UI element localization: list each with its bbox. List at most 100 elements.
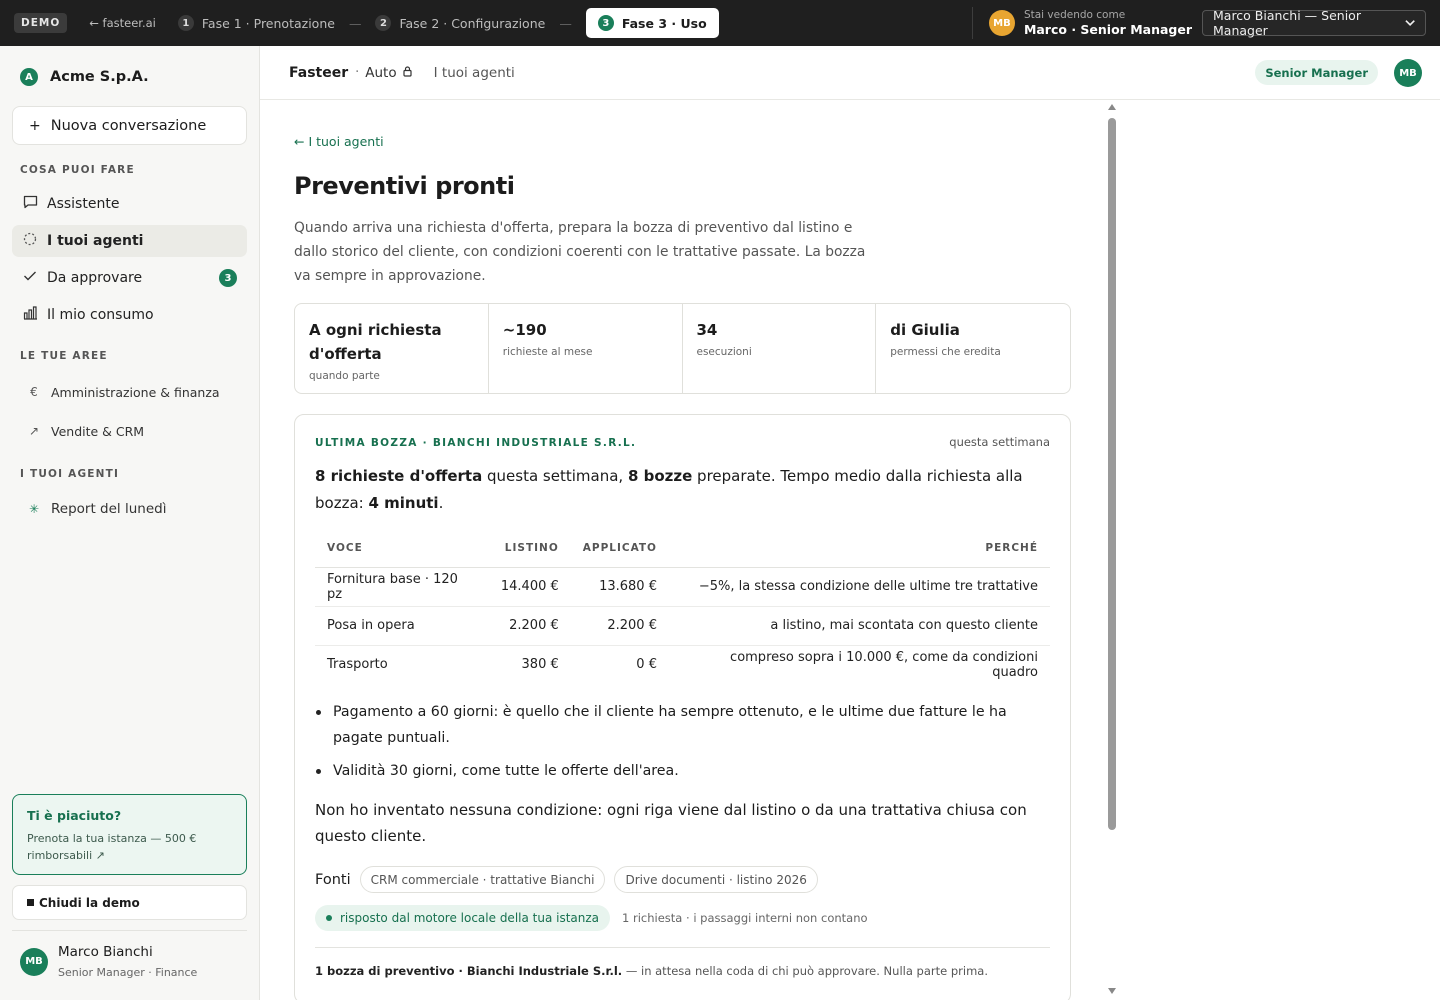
sidebar-item-vendite[interactable]: ↗ Vendite & CRM: [12, 415, 247, 447]
source-chip[interactable]: CRM commerciale · trattative Bianchi: [359, 866, 606, 893]
viewer-name: Marco · Senior Manager: [1023, 22, 1192, 37]
phase-number: 1: [177, 15, 194, 31]
footer-strong: 1 bozza di preventivo · Bianchi Industri…: [315, 964, 623, 978]
demo-badge: DEMO: [14, 13, 68, 33]
sidebar-item-label: Amministrazione & finanza: [51, 384, 220, 400]
back-to-site-link[interactable]: ← fasteer.ai: [89, 16, 156, 30]
column-header: APPLICATO: [570, 529, 669, 568]
sidebar-item-amministrazione[interactable]: € Amministrazione & finanza: [12, 376, 247, 408]
promo-card[interactable]: Ti è piaciuto? Prenota la tua istanza — …: [12, 794, 247, 875]
agents-icon: [22, 232, 38, 250]
top-bar: DEMO ← fasteer.ai 1 Fase 1 · Prenotazion…: [0, 0, 1440, 46]
promo-text[interactable]: Prenota la tua istanza — 500 € rimborsab…: [27, 831, 232, 864]
pending-count-badge: 3: [219, 269, 237, 287]
viewer-select[interactable]: Marco Bianchi — Senior Manager: [1202, 8, 1426, 38]
sparkle-icon: ✳: [28, 502, 40, 516]
status-dot-icon: [326, 915, 332, 921]
sidebar-item-approvare[interactable]: Da approvare 3: [12, 262, 247, 294]
stat-value: 34: [696, 321, 718, 339]
sidebar-item-report[interactable]: ✳ Report del lunedì: [12, 493, 247, 525]
user-profile[interactable]: MB Marco Bianchi Senior Manager · Financ…: [12, 930, 247, 979]
list-item: Validità 30 giorni, come tutte le offert…: [316, 758, 1053, 784]
cell-listino: 14.400 €: [488, 567, 571, 607]
header-agents-link[interactable]: I tuoi agenti: [434, 65, 515, 81]
avatar: MB: [20, 947, 48, 976]
cell-listino: 380 €: [521, 657, 559, 673]
section-heading: LE TUE AREE: [20, 350, 108, 362]
stat-label: richieste al mese: [502, 346, 593, 358]
stat-trigger: A ogni richiesta d'offerta quando parte: [295, 304, 489, 393]
sidebar-item-label: Assistente: [47, 196, 120, 212]
sidebar-item-agenti[interactable]: I tuoi agenti: [12, 225, 247, 257]
section-heading: I TUOI AGENTI: [20, 468, 120, 480]
cell-applicato: 13.680 €: [570, 567, 669, 607]
sidebar-item-consumo[interactable]: Il mio consumo: [12, 299, 247, 331]
column-header: LISTINO: [488, 529, 571, 568]
back-to-agents-link[interactable]: ← I tuoi agenti: [294, 134, 384, 149]
sidebar-item-label: I tuoi agenti: [47, 233, 144, 249]
table-header-row: VOCE LISTINO APPLICATO PERCHÉ: [315, 529, 1050, 568]
card-eyebrow: ULTIMA BOZZA · BIANCHI INDUSTRIALE S.R.L…: [315, 437, 637, 449]
card-summary: 8 richieste d'offerta questa settimana, …: [315, 463, 1055, 517]
conditions-list: Pagamento a 60 giorni: è quello che il c…: [316, 699, 1053, 791]
page-description: Quando arriva una richiesta d'offerta, p…: [294, 220, 866, 284]
list-item: Pagamento a 60 giorni: è quello che il c…: [316, 699, 1053, 751]
chevron-down-icon: [1405, 20, 1415, 27]
stat-requests: ~190 richieste al mese: [489, 304, 683, 393]
avatar[interactable]: MB: [1394, 59, 1422, 87]
stat-label: esecuzioni: [696, 346, 752, 358]
engine-row: risposto dal motore locale della tua ist…: [315, 905, 868, 931]
scrollbar[interactable]: [1106, 104, 1118, 998]
summary-text: questa settimana,: [482, 467, 628, 485]
sidebar-item-label: Vendite & CRM: [51, 423, 145, 439]
stat-value: ~190: [502, 321, 547, 339]
card-timeframe: questa settimana: [949, 435, 1050, 449]
engine-label: risposto dal motore locale della tua ist…: [340, 911, 600, 925]
cell-voce: Trasporto: [327, 657, 388, 673]
cell-perche: a listino, mai scontata con questo clien…: [668, 606, 1050, 646]
scroll-down-arrow-icon[interactable]: [1108, 988, 1116, 994]
cell-perche: −5%, la stessa condizione delle ultime t…: [668, 567, 1050, 607]
summary-strong: 8 bozze: [627, 467, 693, 485]
phase-1-tab[interactable]: 1 Fase 1 · Prenotazione: [177, 15, 335, 31]
phase-separator: —: [559, 15, 572, 31]
scrollbar-thumb[interactable]: [1108, 118, 1116, 830]
sidebar-item-assistente[interactable]: Assistente: [12, 188, 247, 220]
role-badge: Senior Manager: [1255, 60, 1378, 85]
phase-separator: —: [348, 15, 362, 31]
phase-number: 2: [375, 15, 392, 31]
cell-listino: 2.200 €: [488, 606, 571, 646]
quote-table: VOCE LISTINO APPLICATO PERCHÉ Fornitura …: [315, 529, 1050, 684]
source-chip[interactable]: Drive documenti · listino 2026: [614, 866, 818, 893]
stats-strip: A ogni richiesta d'offerta quando parte …: [294, 303, 1071, 394]
org-logo: A: [20, 68, 38, 86]
check-icon: [22, 270, 38, 286]
close-demo-button[interactable]: Chiudi la demo: [12, 885, 247, 920]
new-conversation-button[interactable]: + Nuova conversazione: [12, 106, 247, 145]
page-title: Preventivi pronti: [294, 172, 515, 200]
latest-draft-card: ULTIMA BOZZA · BIANCHI INDUSTRIALE S.R.L…: [294, 414, 1071, 1000]
engine-badge: risposto dal motore locale della tua ist…: [315, 905, 611, 931]
user-name: Marco Bianchi: [58, 944, 153, 960]
table-row: Trasporto 380 € 0 € compreso sopra i 10.…: [315, 645, 1050, 684]
phase-label: Fase 1 · Prenotazione: [201, 15, 335, 31]
cell-applicato: 2.200 €: [570, 606, 669, 646]
sidebar-item-label: Da approvare: [47, 270, 143, 286]
section-heading: COSA PUOI FARE: [20, 164, 135, 176]
sidebar-item-label: Report del lunedì: [51, 501, 167, 517]
scroll-up-arrow-icon[interactable]: [1108, 104, 1116, 110]
summary-strong: 8 richieste d'offerta: [315, 467, 483, 485]
phase-3-tab[interactable]: 3 Fase 3 · Uso: [585, 8, 719, 38]
promo-title: Ti è piaciuto?: [27, 808, 122, 823]
viewer-switcher: MB Stai vedendo come Marco · Senior Mana…: [971, 0, 1426, 46]
viewer-avatar: MB: [988, 10, 1015, 36]
chat-icon: [22, 195, 38, 213]
stat-value: di Giulia: [890, 321, 960, 339]
sidebar: A Acme S.p.A. + Nuova conversazione COSA…: [0, 46, 260, 1000]
phase-2-tab[interactable]: 2 Fase 2 · Configurazione: [375, 15, 545, 31]
viewer-caption: Stai vedendo come: [1023, 9, 1126, 21]
summary-strong: 4 minuti: [368, 494, 439, 512]
viewer-select-value: Marco Bianchi — Senior Manager: [1213, 8, 1361, 38]
summary-text: .: [438, 494, 444, 512]
cell-voce: Posa in opera: [315, 606, 489, 646]
